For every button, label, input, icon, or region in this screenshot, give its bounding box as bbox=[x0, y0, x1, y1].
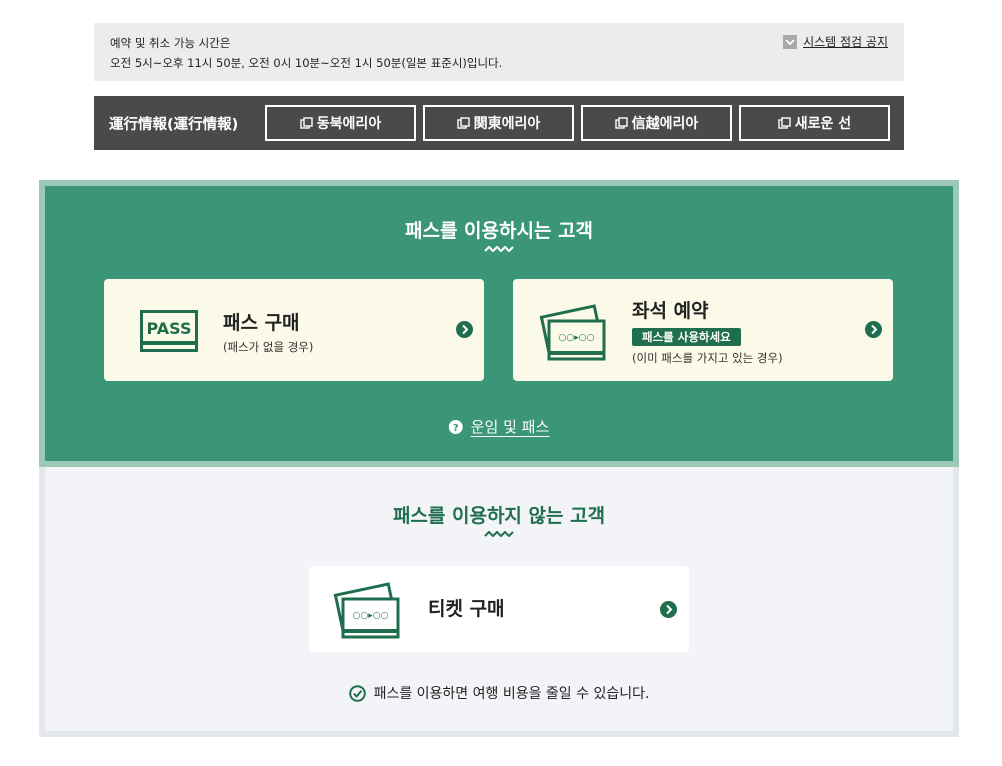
operation-info-title: 運行情報(運行情報) bbox=[109, 116, 239, 133]
pass-users-section: 패스를 이용하시는 고객 PASS 패스 구매 (패스가 없을 경우) ○○▸○… bbox=[39, 180, 959, 467]
ticket-icon: ○○▸○○ bbox=[333, 582, 400, 639]
pass-users-heading: 패스를 이용하시는 고객 bbox=[404, 220, 594, 242]
notice-line-1: 예약 및 취소 가능 시간은 bbox=[110, 36, 231, 50]
buy-pass-title: 패스 구매 bbox=[223, 312, 300, 334]
heading-divider-icon bbox=[45, 246, 953, 252]
new-window-icon bbox=[614, 116, 628, 129]
buy-pass-subtitle: (패스가 없을 경우) bbox=[223, 340, 314, 354]
non-pass-users-heading: 패스를 이용하지 않는 고객 bbox=[392, 505, 606, 527]
area-button-label: 새로운 선 bbox=[794, 116, 852, 132]
new-window-icon bbox=[456, 116, 470, 129]
svg-text:?: ? bbox=[453, 423, 459, 434]
heading-divider-icon bbox=[45, 531, 953, 537]
arrow-right-circle-icon bbox=[456, 321, 473, 338]
area-button-shinetsu[interactable]: 信越에리아 bbox=[581, 105, 732, 141]
chevron-down-icon bbox=[783, 34, 798, 49]
buy-ticket-title: 티켓 구매 bbox=[428, 598, 505, 620]
area-button-tohoku[interactable]: 동북에리아 bbox=[265, 105, 416, 141]
check-circle-icon bbox=[348, 684, 366, 702]
new-window-icon bbox=[300, 116, 313, 129]
fare-and-pass-link[interactable]: ? 운임 및 패스 bbox=[448, 416, 550, 437]
area-button-label: 동북에리아 bbox=[316, 116, 382, 132]
arrow-right-circle-icon bbox=[865, 321, 882, 338]
non-pass-users-section: 패스를 이용하지 않는 고객 ○○▸○○ 티켓 구매 패스를 이용하면 여행 비… bbox=[39, 467, 959, 737]
pass-card-icon: PASS bbox=[140, 310, 198, 352]
seat-reservation-subtitle: (이미 패스를 가지고 있는 경우) bbox=[632, 351, 783, 365]
arrow-right-circle-icon bbox=[660, 601, 677, 618]
seat-reservation-title: 좌석 예약 bbox=[632, 300, 709, 322]
area-button-new-line[interactable]: 새로운 선 bbox=[739, 105, 890, 141]
svg-text:○○▸○○: ○○▸○○ bbox=[353, 611, 389, 621]
area-button-label: 関東에리아 bbox=[473, 116, 541, 132]
notice-line-2: 오전 5시~오후 11시 50분, 오전 0시 10분~오전 1시 50분(일본… bbox=[110, 56, 503, 70]
ticket-icon: ○○▸○○ bbox=[539, 304, 606, 361]
fare-and-pass-label: 운임 및 패스 bbox=[470, 418, 550, 436]
area-button-label: 信越에리아 bbox=[631, 116, 699, 132]
pass-benefit-message: 패스를 이용하면 여행 비용을 줄일 수 있습니다. bbox=[45, 683, 953, 703]
buy-ticket-card[interactable]: ○○▸○○ 티켓 구매 bbox=[309, 566, 689, 652]
maintenance-notice-link[interactable]: 시스템 점검 공지 bbox=[783, 33, 888, 50]
seat-reservation-card[interactable]: ○○▸○○ 좌석 예약 패스를 사용하세요 (이미 패스를 가지고 있는 경우) bbox=[513, 279, 893, 381]
pass-icon-text: PASS bbox=[147, 319, 192, 338]
svg-text:○○▸○○: ○○▸○○ bbox=[559, 333, 595, 343]
reservation-notice: 예약 및 취소 가능 시간은 오전 5시~오후 11시 50분, 오전 0시 1… bbox=[94, 23, 904, 81]
buy-pass-card[interactable]: PASS 패스 구매 (패스가 없을 경우) bbox=[104, 279, 484, 381]
pass-benefit-text: 패스를 이용하면 여행 비용을 줄일 수 있습니다. bbox=[373, 686, 650, 702]
area-button-kanto[interactable]: 関東에리아 bbox=[423, 105, 574, 141]
use-pass-badge: 패스를 사용하세요 bbox=[632, 328, 741, 346]
operation-info-bar: 運行情報(運行情報) 동북에리아 関東에리아 信越에리아 새로운 선 bbox=[94, 96, 904, 150]
help-icon: ? bbox=[448, 419, 463, 434]
new-window-icon bbox=[778, 116, 791, 129]
maintenance-notice-label: 시스템 점검 공지 bbox=[803, 35, 888, 49]
